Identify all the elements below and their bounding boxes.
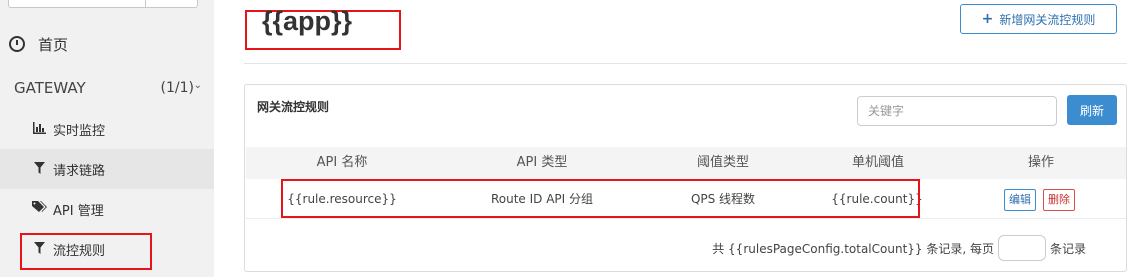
chevron-down-icon: ⌄ xyxy=(193,80,202,91)
pagination-footer: 共 {{rulesPageConfig.totalCount}} 条记录, 每页… xyxy=(712,235,1086,261)
highlight-box-row xyxy=(281,179,920,218)
sidebar-item-trace[interactable]: 请求链路 xyxy=(0,149,214,189)
sidebar-item-label: 实时监控 xyxy=(53,123,106,139)
sidebar-item-monitor[interactable]: 实时监控 xyxy=(0,109,214,149)
highlight-box-flow-rules xyxy=(20,233,152,270)
column-header: API 名称 xyxy=(316,155,368,170)
sidebar-item-label: API 管理 xyxy=(53,203,104,219)
refresh-button[interactable]: 刷新 xyxy=(1067,95,1117,125)
column-header: 阈值类型 xyxy=(696,155,750,170)
sidebar-item-api-manage[interactable]: API 管理 xyxy=(0,189,214,229)
bar-chart-icon xyxy=(32,121,46,137)
sidebar-item-home[interactable]: 首页 xyxy=(0,24,214,64)
page-title: {{app}} xyxy=(262,6,353,36)
footer-suffix-text: 条记录 xyxy=(1049,241,1086,256)
column-header: API 类型 xyxy=(516,155,568,170)
dashboard-icon xyxy=(9,36,25,52)
sidebar-item-label: GATEWAY xyxy=(14,79,86,97)
sidebar-search-button[interactable] xyxy=(145,0,197,7)
filter-icon xyxy=(32,161,46,177)
page-size-input[interactable] xyxy=(997,235,1046,261)
sidebar-search-input[interactable] xyxy=(8,0,198,8)
divider xyxy=(244,63,1127,64)
plus-icon: + xyxy=(981,11,994,27)
column-header: 单机阈值 xyxy=(851,155,905,170)
table-header: API 名称 API 类型 阈值类型 单机阈值 操作 xyxy=(246,147,1126,179)
gateway-count: (1/1) xyxy=(160,80,194,96)
edit-button[interactable]: 编辑 xyxy=(1004,189,1036,211)
footer-total-text: 共 {{rulesPageConfig.totalCount}} 条记录, 每页 xyxy=(712,241,994,256)
delete-button[interactable]: 删除 xyxy=(1043,189,1075,211)
rules-panel: 网关流控规则 刷新 API 名称 API 类型 阈值类型 单机阈值 操作 {{r… xyxy=(244,84,1127,272)
tags-icon xyxy=(32,201,47,217)
column-header: 操作 xyxy=(1027,155,1055,170)
panel-title: 网关流控规则 xyxy=(257,100,330,114)
sidebar-item-label: 请求链路 xyxy=(53,163,106,179)
add-gateway-flow-rule-button[interactable]: + 新增网关流控规则 xyxy=(960,4,1117,34)
add-button-label: 新增网关流控规则 xyxy=(999,12,1096,27)
sidebar-item-gateway[interactable]: GATEWAY (1/1) ⌄ xyxy=(0,68,214,108)
keyword-search-input[interactable] xyxy=(857,96,1057,126)
sidebar-item-label: 首页 xyxy=(38,35,69,54)
